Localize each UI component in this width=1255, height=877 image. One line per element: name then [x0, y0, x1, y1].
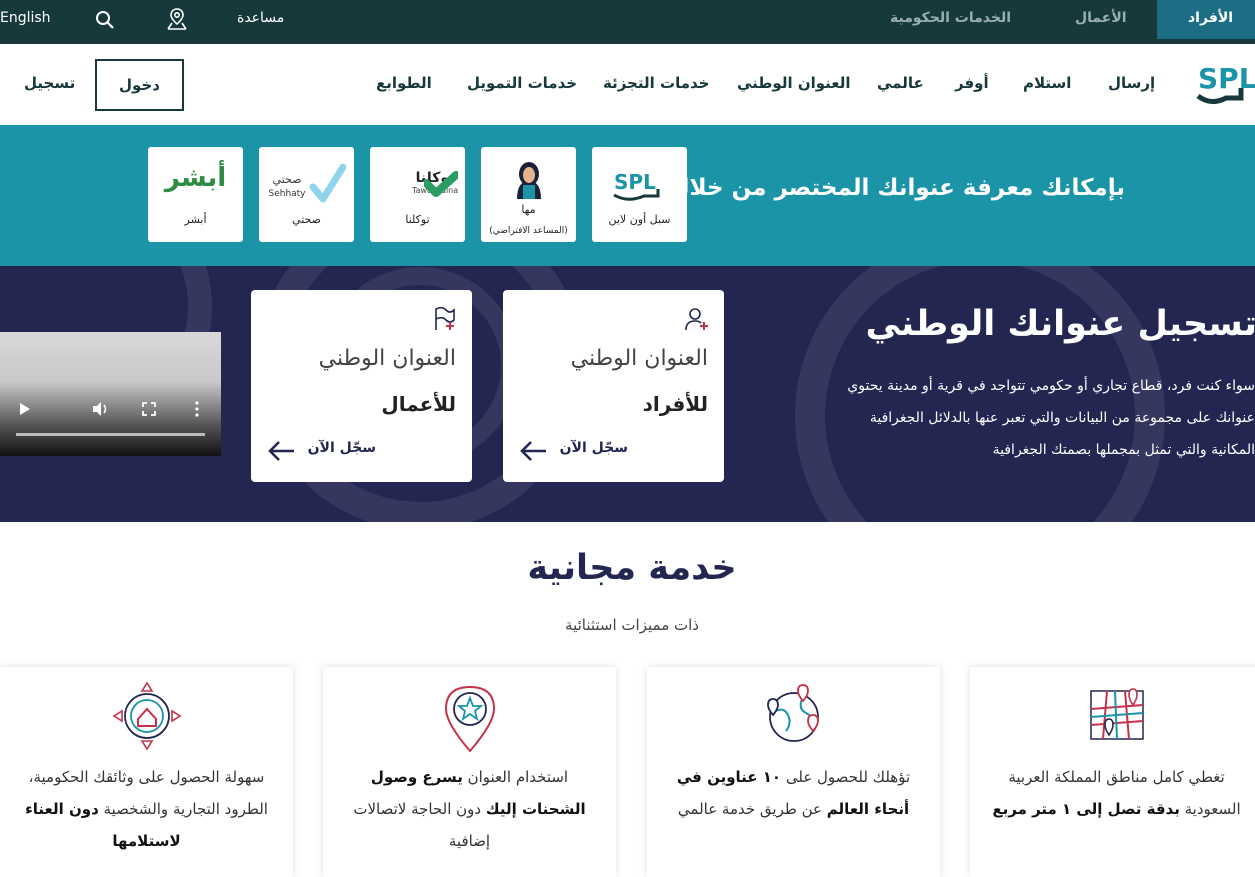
svg-text:SPL: SPL [614, 170, 656, 194]
fullscreen-icon[interactable] [142, 402, 156, 416]
tile-label: أبشر [148, 213, 243, 226]
register-now-link[interactable]: سجّل الآن [560, 440, 628, 456]
absher-logo: أبشر [148, 159, 243, 197]
svg-text:SPL: SPL [1198, 62, 1255, 95]
hero-description: سواء كنت فرد، قطاع تجاري أو حكومي تتواجد… [755, 370, 1255, 466]
feature-card-global: تؤهلك للحصول على ١٠ عناوين في أنحاء العا… [647, 667, 940, 877]
nav-receive[interactable]: استلام [1023, 74, 1071, 92]
quick-headline: بإمكانك معرفة عنوانك المختصر من خلال [670, 175, 1125, 201]
quick-access-band: بإمكانك معرفة عنوانك المختصر من خلال SPL… [0, 125, 1255, 266]
tab-business[interactable]: الأعمال [1075, 0, 1127, 39]
tile-maha-assistant[interactable]: مها (المساعد الافتراضي) [481, 147, 576, 242]
card-line2: للأعمال [381, 392, 456, 416]
video-progress-bar[interactable] [16, 433, 205, 436]
tile-label: صحتي [259, 213, 354, 226]
nav-stamps[interactable]: الطوابع [376, 74, 432, 92]
more-options-icon[interactable] [194, 401, 200, 417]
register-hero: تسجيل عنوانك الوطني سواء كنت فرد، قطاع ت… [0, 266, 1255, 522]
tawakkalna-logo: توكلنا Tawakkalna [378, 169, 458, 199]
feature-card-documents: سهولة الحصول على وثائقك الحكومية، الطرود… [0, 667, 293, 877]
tile-label: مها [481, 203, 576, 216]
free-service-subtitle: ذات مميزات استثنائية [0, 616, 1255, 634]
card-line2: للأفراد [643, 392, 708, 416]
volume-icon[interactable] [92, 401, 110, 417]
card-line1: العنوان الوطني [571, 346, 708, 371]
tile-tawakkalna[interactable]: توكلنا Tawakkalna توكلنا [370, 147, 465, 242]
tab-individuals[interactable]: الأفراد [1157, 0, 1255, 39]
nav-financing[interactable]: خدمات التمويل [467, 74, 577, 92]
arrow-left-icon[interactable] [519, 440, 547, 462]
assistant-avatar-icon [509, 159, 549, 199]
home-target-icon [112, 681, 182, 751]
tile-label: سبل أون لاين [592, 213, 687, 226]
feature-text: تؤهلك للحصول على ١٠ عناوين في أنحاء العا… [661, 761, 926, 825]
feature-text: تغطي كامل مناطق المملكة العربية السعودية… [984, 761, 1249, 825]
feature-card-delivery: استخدام العنوان يسرع وصول الشحنات إليك د… [323, 667, 616, 877]
globe-pins-icon [762, 681, 826, 745]
feature-text: سهولة الحصول على وثائقك الحكومية، الطرود… [14, 761, 279, 857]
tile-spl-online[interactable]: SPL سبل أون لاين [592, 147, 687, 242]
spl-logo[interactable]: SPL [1196, 58, 1255, 108]
language-switch[interactable]: English [0, 0, 51, 39]
nav-global[interactable]: عالمي [877, 74, 924, 92]
star-pin-icon [438, 681, 502, 753]
add-flag-icon [432, 306, 458, 332]
card-business[interactable]: العنوان الوطني للأعمال سجّل الآن [251, 290, 472, 482]
free-service-title: خدمة مجانية [0, 548, 1255, 588]
card-line1: العنوان الوطني [319, 346, 456, 371]
spl-online-logo: SPL [610, 165, 670, 205]
feature-card-coverage: تغطي كامل مناطق المملكة العربية السعودية… [970, 667, 1255, 877]
hero-title: تسجيل عنوانك الوطني [866, 304, 1255, 344]
play-icon[interactable] [18, 402, 32, 416]
feature-text: استخدام العنوان يسرع وصول الشحنات إليك د… [337, 761, 602, 857]
arrow-left-icon[interactable] [267, 440, 295, 462]
nav-send[interactable]: إرسال [1108, 74, 1155, 92]
top-bar: الأفراد الأعمال الخدمات الحكومية مساعدة … [0, 0, 1255, 39]
tile-absher[interactable]: أبشر أبشر [148, 147, 243, 242]
login-button[interactable]: دخول [95, 59, 184, 111]
tile-sublabel: (المساعد الافتراضي) [481, 226, 576, 236]
map-grid-icon [1085, 681, 1149, 745]
tab-government[interactable]: الخدمات الحكومية [890, 0, 1011, 39]
add-user-icon [684, 306, 710, 332]
card-individuals[interactable]: العنوان الوطني للأفراد سجّل الآن [503, 290, 724, 482]
main-nav: SPL إرسال استلام أوفر عالمي العنوان الوط… [0, 39, 1255, 125]
sehhaty-logo: صحتي Sehhaty [267, 161, 347, 205]
tile-label: توكلنا [370, 213, 465, 226]
register-link[interactable]: تسجيل [24, 74, 75, 92]
register-now-link[interactable]: سجّل الآن [308, 440, 376, 456]
nav-retail[interactable]: خدمات التجزئة [603, 74, 709, 92]
nav-national-address[interactable]: العنوان الوطني [737, 74, 851, 92]
nav-save[interactable]: أوفر [955, 74, 989, 92]
tile-sehhaty[interactable]: صحتي Sehhaty صحتي [259, 147, 354, 242]
video-player[interactable] [0, 332, 221, 456]
help-link[interactable]: مساعدة [237, 0, 284, 39]
